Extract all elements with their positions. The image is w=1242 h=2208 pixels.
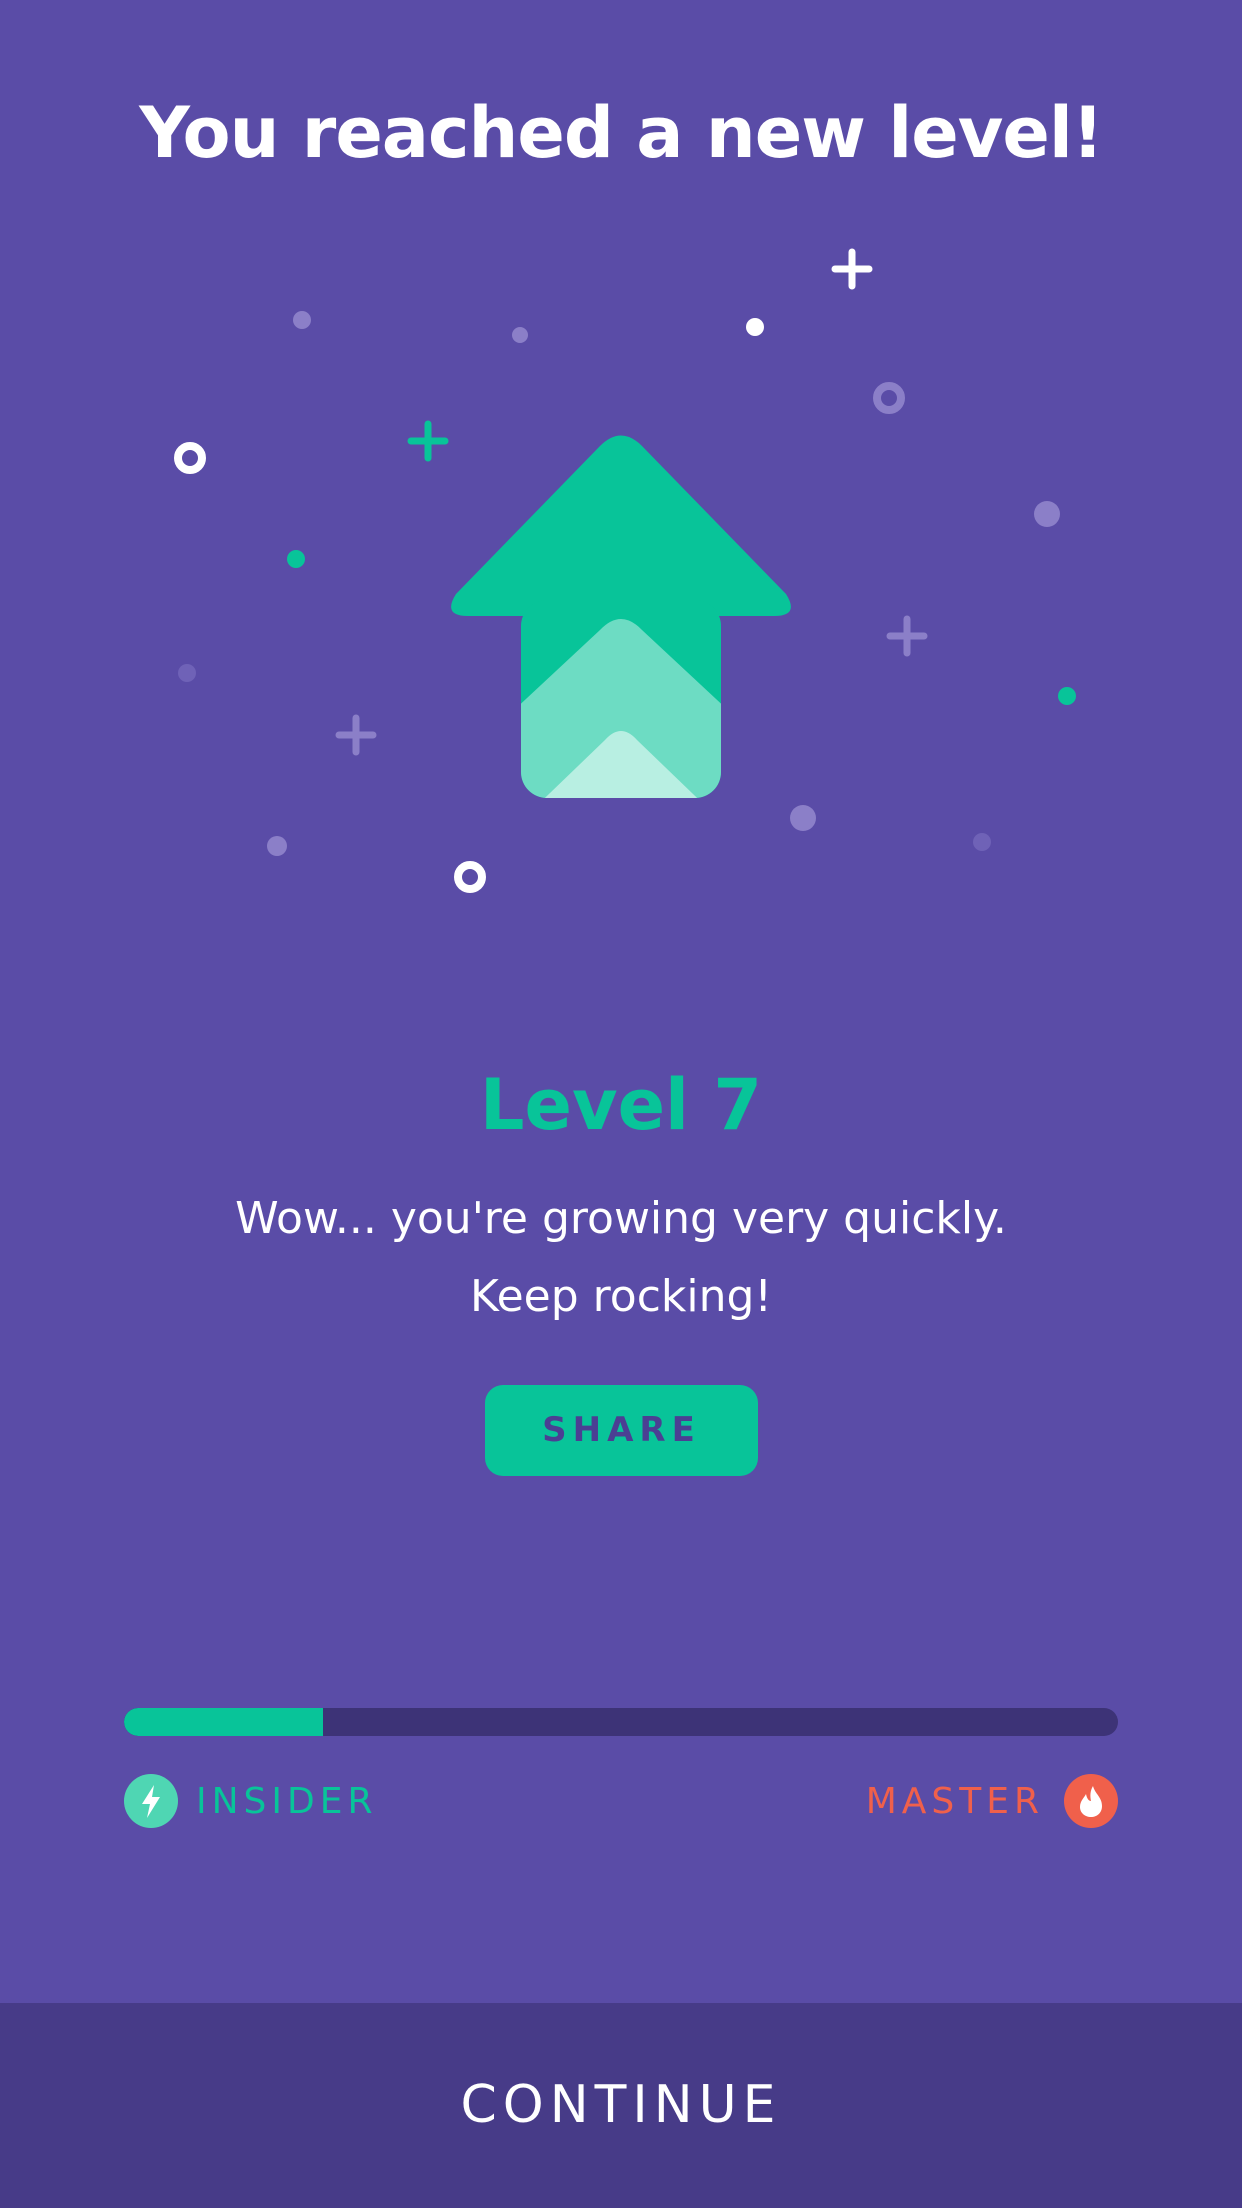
level-up-arrow-icon [451,435,791,798]
continue-button[interactable]: CONTINUE [0,2003,1242,2208]
share-button[interactable]: SHARE [485,1385,758,1476]
level-progress-bar [124,1708,1118,1736]
tier-end-label: MASTER [865,1780,1044,1822]
tier-start: INSIDER [124,1774,378,1828]
tier-start-label: INSIDER [196,1780,378,1822]
level-message-line: Keep rocking! [469,1271,773,1322]
lightning-bolt-icon [124,1774,178,1828]
level-message-line: Wow... you're growing very quickly. [235,1193,1007,1244]
level-up-illustration [174,248,1076,893]
level-up-screen: You reached a new level! Level 7 Wow... … [0,0,1242,2208]
level-progress-fill [124,1708,323,1736]
tier-end: MASTER [866,1774,1118,1828]
flame-icon [1064,1774,1118,1828]
level-message: Wow... you're growing very quickly. Keep… [0,1180,1242,1336]
level-title: Level 7 [479,1064,763,1146]
